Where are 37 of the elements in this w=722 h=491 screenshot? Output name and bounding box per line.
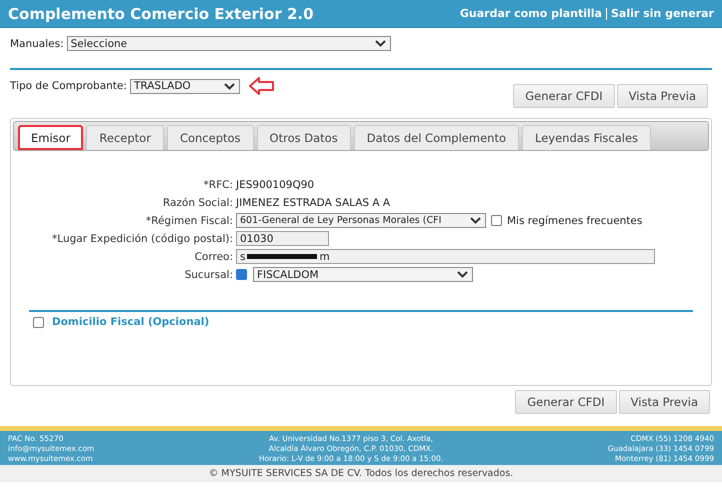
dropdown[interactable]: FISCALDOM [253, 267, 473, 282]
field-label: Correo: [194, 250, 233, 262]
caret-icon [457, 271, 468, 278]
arrow-icon [248, 76, 275, 96]
tab[interactable]: Conceptos [166, 125, 254, 150]
tab[interactable]: Datos del Complemento [354, 125, 519, 150]
email-field[interactable]: s m [236, 249, 655, 264]
field-value: JES900109Q90 [236, 178, 314, 190]
field-label: Razón Social: [162, 196, 233, 208]
action-button[interactable]: Generar CFDI [515, 390, 617, 414]
app-title: Complemento Comercio Exterior 2.0 [8, 4, 314, 22]
checkbox[interactable] [236, 269, 247, 280]
field-label: *Régimen Fiscal: [144, 214, 233, 226]
copyright-text: © MYSUITE SERVICES SA DE CV. Todos los derechos reservados. [0, 465, 722, 482]
field-value: JIMENEZ ESTRADA SALAS A A [236, 196, 390, 208]
action-button[interactable]: Generar CFDI [513, 84, 615, 108]
dropdown[interactable]: TRASLADO [130, 78, 240, 94]
caret-icon [470, 217, 481, 224]
postal-code-field[interactable]: 01030 [236, 231, 329, 246]
field-label: *RFC: [202, 178, 233, 190]
action-button[interactable]: Vista Previa [618, 390, 710, 414]
tab[interactable]: Emisor [18, 125, 84, 150]
checkbox-label: Mis regímenes frecuentes [507, 214, 642, 226]
checkbox[interactable] [33, 316, 44, 328]
tab[interactable]: Receptor [86, 125, 164, 150]
tab[interactable]: Leyendas Fiscales [522, 125, 652, 150]
caret-icon [224, 82, 235, 90]
action-button[interactable]: Vista Previa [616, 84, 708, 108]
dropdown[interactable]: Seleccione [66, 36, 391, 51]
field-label: *Lugar Expedición (código postal): [51, 232, 233, 244]
dropdown[interactable]: 601-General de Ley Personas Morales (CFI [236, 213, 486, 228]
field-label: Tipo de Comprobante: [10, 80, 127, 92]
tab[interactable]: Otros Datos [256, 125, 351, 150]
checkbox[interactable] [491, 215, 502, 226]
caret-icon [374, 40, 386, 47]
field-label: Sucursal: [184, 268, 233, 280]
field-label: Manuales: [10, 38, 64, 50]
